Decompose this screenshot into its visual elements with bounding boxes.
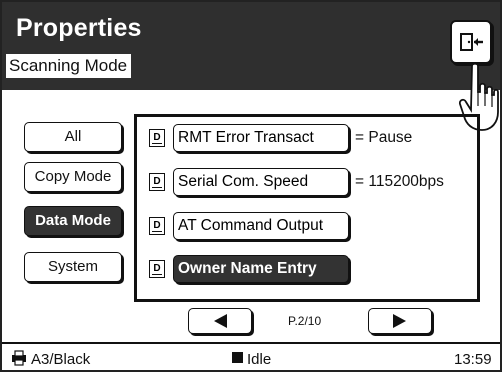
machine-status-icon [232, 352, 243, 363]
mode-button-data-mode[interactable]: Data Mode [24, 206, 122, 236]
item-owner-name-entry[interactable]: Owner Name Entry [173, 255, 349, 283]
document-d-icon: D [149, 217, 165, 235]
item-value-serial-com-speed: = 115200bps [355, 173, 444, 190]
settings-list: D RMT Error Transact = Pause D Serial Co… [134, 114, 480, 302]
document-d-icon: D [149, 260, 165, 278]
status-bar: A3/Black Idle 13:59 [2, 342, 500, 370]
touch-screen: Properties Scanning Mode All Copy Mode D… [0, 0, 502, 372]
next-page-button[interactable] [368, 308, 432, 334]
exit-door-icon [460, 33, 483, 51]
item-value-rmt-error-transact: = Pause [355, 129, 413, 146]
mode-button-all[interactable]: All [24, 122, 122, 152]
header-bar: Properties Scanning Mode [2, 2, 500, 90]
item-serial-com-speed[interactable]: Serial Com. Speed [173, 168, 349, 196]
left-triangle-icon [214, 314, 227, 328]
page-indicator: P.2/10 [288, 314, 322, 328]
page-subtitle: Scanning Mode [6, 54, 132, 78]
document-d-icon: D [149, 129, 165, 147]
document-d-icon: D [149, 173, 165, 191]
mode-button-system[interactable]: System [24, 252, 122, 282]
prev-page-button[interactable] [188, 308, 252, 334]
item-at-command-output[interactable]: AT Command Output [173, 212, 349, 240]
right-triangle-icon [393, 314, 406, 328]
exit-button[interactable] [450, 20, 492, 64]
printer-icon [12, 350, 26, 366]
page-title: Properties [16, 14, 142, 42]
mode-button-copy-mode[interactable]: Copy Mode [24, 162, 122, 192]
paper-status: A3/Black [31, 351, 91, 368]
clock: 13:59 [454, 351, 492, 368]
item-rmt-error-transact[interactable]: RMT Error Transact [173, 124, 349, 152]
machine-status: Idle [247, 351, 272, 368]
